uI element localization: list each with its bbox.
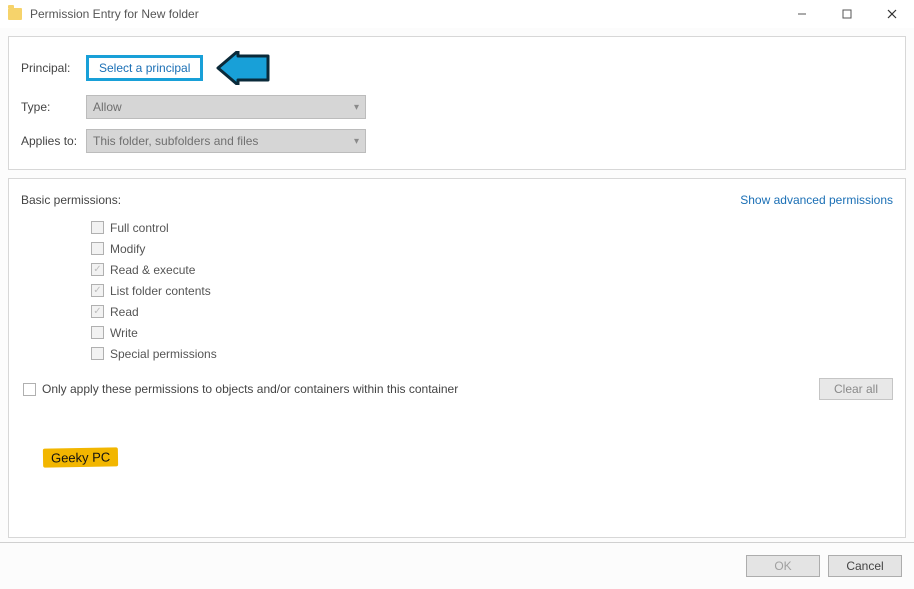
- window-title: Permission Entry for New folder: [30, 7, 199, 21]
- permission-item: ✓ List folder contents: [91, 280, 893, 301]
- principal-label: Principal:: [21, 61, 86, 75]
- permission-checkbox[interactable]: [91, 347, 104, 360]
- permission-label: Special permissions: [110, 347, 217, 361]
- permission-item: Modify: [91, 238, 893, 259]
- permission-label: Read & execute: [110, 263, 195, 277]
- permission-label: Full control: [110, 221, 169, 235]
- permission-item: Special permissions: [91, 343, 893, 364]
- footer-separator: [0, 542, 914, 543]
- permission-checkbox[interactable]: ✓: [91, 305, 104, 318]
- type-label: Type:: [21, 100, 86, 114]
- ok-button[interactable]: OK: [746, 555, 820, 577]
- permission-checkbox[interactable]: [91, 326, 104, 339]
- only-apply-checkbox[interactable]: [23, 383, 36, 396]
- maximize-button[interactable]: [824, 0, 869, 28]
- select-principal-link[interactable]: Select a principal: [86, 55, 203, 81]
- applies-to-select[interactable]: This folder, subfolders and files ▾: [86, 129, 366, 153]
- basic-permissions-label: Basic permissions:: [21, 193, 121, 207]
- type-select-value: Allow: [93, 100, 122, 114]
- permissions-panel: Basic permissions: Show advanced permiss…: [8, 178, 906, 538]
- applies-to-select-value: This folder, subfolders and files: [93, 134, 258, 148]
- permission-checkbox[interactable]: [91, 242, 104, 255]
- minimize-button[interactable]: [779, 0, 824, 28]
- applies-to-label: Applies to:: [21, 134, 86, 148]
- chevron-down-icon: ▾: [354, 136, 359, 147]
- permission-label: List folder contents: [110, 284, 211, 298]
- principal-panel: Principal: Select a principal Type: Allo…: [8, 36, 906, 170]
- permission-item: ✓ Read & execute: [91, 259, 893, 280]
- permission-checkbox[interactable]: ✓: [91, 284, 104, 297]
- close-button[interactable]: [869, 0, 914, 28]
- permission-checkbox[interactable]: ✓: [91, 263, 104, 276]
- permission-item: Full control: [91, 217, 893, 238]
- permission-item: ✓ Read: [91, 301, 893, 322]
- permission-label: Read: [110, 305, 139, 319]
- dialog-footer: OK Cancel: [746, 555, 902, 577]
- only-apply-label: Only apply these permissions to objects …: [42, 382, 458, 396]
- permission-item: Write: [91, 322, 893, 343]
- titlebar: Permission Entry for New folder: [0, 0, 914, 28]
- chevron-down-icon: ▾: [354, 102, 359, 113]
- show-advanced-permissions-link[interactable]: Show advanced permissions: [740, 193, 893, 207]
- watermark: Geeky PC: [43, 447, 119, 467]
- clear-all-button[interactable]: Clear all: [819, 378, 893, 400]
- permission-label: Modify: [110, 242, 145, 256]
- permissions-list: Full control Modify ✓ Read & execute ✓ List f…: [91, 217, 893, 364]
- permission-label: Write: [110, 326, 138, 340]
- type-select[interactable]: Allow ▾: [86, 95, 366, 119]
- permission-checkbox[interactable]: [91, 221, 104, 234]
- window-controls: [779, 0, 914, 28]
- folder-icon: [8, 8, 22, 20]
- annotation-arrow-icon: [213, 51, 273, 85]
- cancel-button[interactable]: Cancel: [828, 555, 902, 577]
